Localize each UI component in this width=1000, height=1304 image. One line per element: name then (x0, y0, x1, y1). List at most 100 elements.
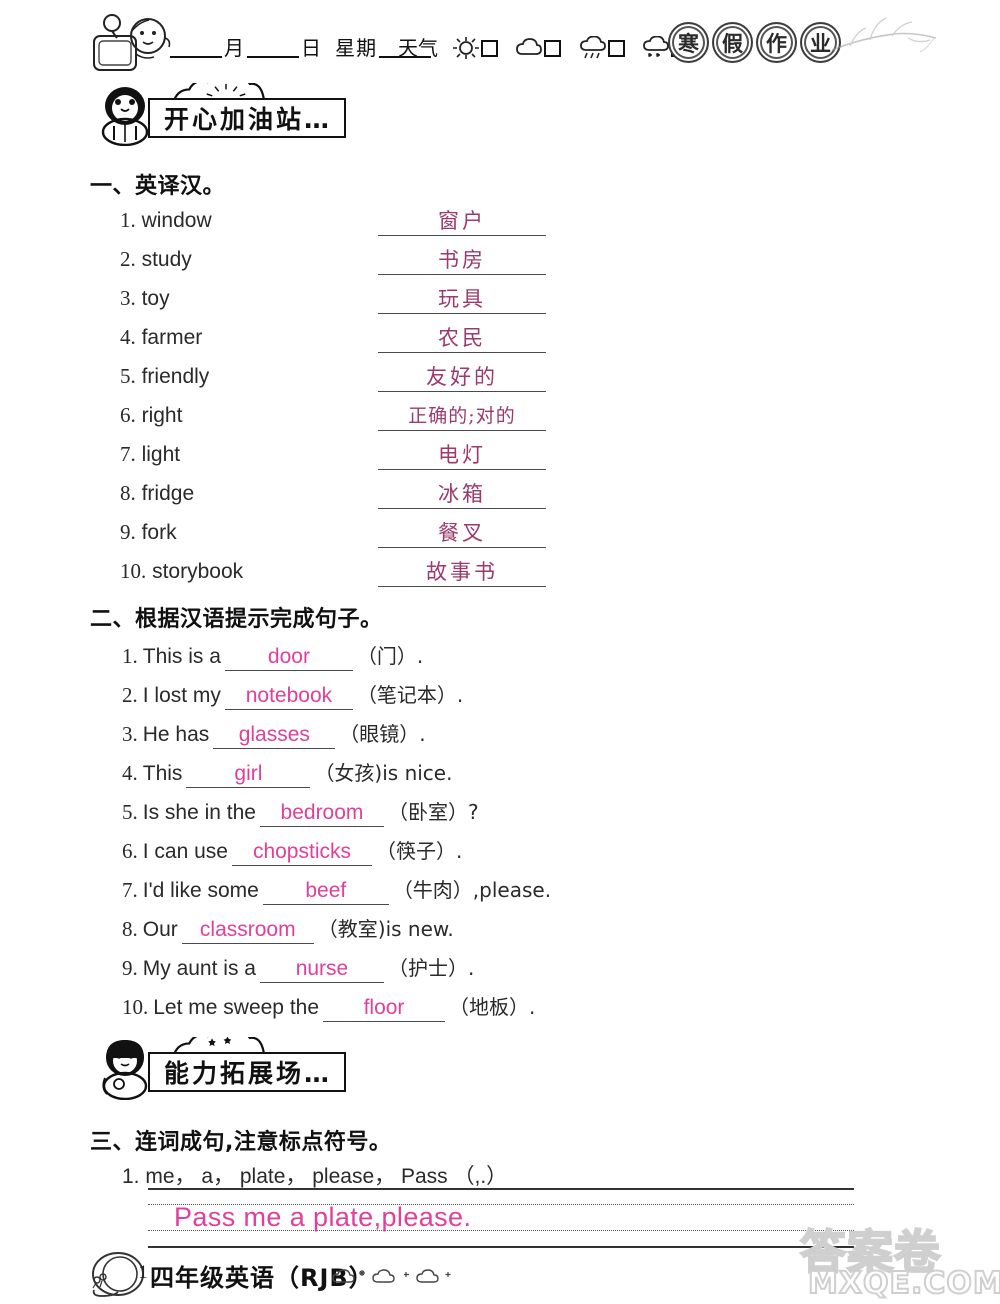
answer-blank[interactable]: 正确的;对的 (378, 401, 546, 431)
section-banner-happy: 开心加油站… (92, 83, 392, 150)
answer-text: 故事书 (426, 560, 498, 584)
english-word: toy (141, 287, 170, 310)
question-number: 5. (120, 364, 136, 388)
question-number: 2. (122, 683, 138, 707)
weather-checkbox-cloudy[interactable] (544, 40, 562, 57)
answer-blank[interactable]: door (224, 644, 353, 671)
answer-text: 农民 (438, 326, 486, 350)
answer-blank[interactable]: 窗户 (378, 206, 546, 236)
question-number: 3. (122, 722, 138, 746)
sentence-after: （女孩)is nice. (314, 761, 453, 785)
banner-plate: 开心加油站… (148, 98, 347, 138)
weather-selector: 天气 (398, 32, 692, 61)
title-badge: 假 (712, 22, 753, 63)
sentence-before: This (142, 762, 183, 785)
sentence-before: I lost my (142, 684, 221, 707)
month-blank[interactable] (170, 38, 222, 58)
sentence-before: He has (142, 723, 210, 746)
cloud-decoration (332, 1269, 451, 1283)
answer-blank[interactable]: notebook (224, 683, 353, 710)
question-number: 8. (122, 917, 138, 941)
question-number: 2. (120, 247, 136, 271)
question-row: 9. fork (120, 520, 177, 545)
section1-title: 一、英译汉。 (90, 174, 226, 199)
english-word: farmer (141, 326, 203, 349)
weather-checkbox-sunny[interactable] (480, 40, 498, 57)
question-number: 6. (122, 839, 138, 863)
section2-title: 二、根据汉语提示完成句子。 (90, 607, 383, 632)
sentence-after: （牛肉）,please. (392, 878, 552, 902)
sentence-before: I'd like some (142, 879, 259, 902)
question-row: 2. study (120, 247, 192, 272)
answer-blank[interactable]: 书房 (378, 245, 546, 275)
answer-blank[interactable]: nurse (259, 956, 384, 983)
answer-blank[interactable]: 玩具 (378, 284, 546, 314)
title-badge: 作 (756, 22, 797, 63)
month-label: 月 (224, 38, 245, 60)
question-number: 1. (122, 1165, 140, 1188)
answer-blank[interactable]: floor (323, 995, 446, 1022)
answer-text: 电灯 (438, 443, 486, 467)
answer-blank[interactable]: glasses (213, 722, 336, 749)
english-word: window (141, 209, 212, 232)
sentence-before: Let me sweep the (153, 996, 320, 1019)
question-number: 1. (122, 644, 138, 668)
question-number: 1. (120, 208, 136, 232)
branch-decoration (831, 17, 937, 53)
sentence-after: （护士）. (387, 956, 475, 980)
answer-blank[interactable]: bedroom (259, 800, 384, 827)
sentence-before: This is a (142, 645, 221, 668)
english-word: fridge (141, 482, 195, 505)
page-footer: 1 四年级英语（RJB） (0, 1248, 1000, 1304)
question-number: 7. (120, 442, 136, 466)
answer-text: 窗户 (438, 209, 486, 233)
banner-plate: 能力拓展场… (148, 1052, 347, 1092)
sentence-row: 5. Is she in the bedroom （卧室）? (122, 796, 479, 827)
question-row: 3. toy (120, 286, 170, 311)
cloud-icon (516, 38, 543, 55)
question-number: 9. (122, 956, 138, 980)
title-badge: 寒 (668, 22, 709, 63)
answer-text: 正确的;对的 (408, 405, 516, 427)
answer-text: 友好的 (426, 365, 498, 389)
question-row: 10. storybook (120, 559, 243, 584)
english-word: storybook (152, 560, 244, 583)
scrambled-words-row: 1. me， a， plate， please， Pass （,.） (122, 1160, 507, 1190)
question-number: 4. (122, 761, 138, 785)
answer-blank[interactable]: chopsticks (231, 839, 372, 866)
answer-text: 玩具 (438, 287, 486, 311)
answer-blank[interactable]: beef (262, 878, 389, 905)
sentence-after: （地板）. (449, 995, 536, 1019)
day-blank[interactable] (247, 38, 299, 58)
sentence-before: Is she in the (142, 801, 256, 824)
answer-blank[interactable]: 餐叉 (378, 518, 546, 548)
writing-line-top (148, 1188, 854, 1190)
answer-text: 餐叉 (438, 521, 486, 545)
weather-label: 天气 (398, 38, 438, 60)
sentence-row: 8. Our classroom （教室)is new. (122, 913, 454, 944)
answer-blank[interactable]: 故事书 (378, 557, 546, 587)
question-row: 6. right (120, 403, 182, 428)
answer-text: 书房 (438, 248, 486, 272)
date-entry-line: 月 日 星期 (168, 32, 433, 61)
answer-blank[interactable]: 友好的 (378, 362, 546, 392)
sentence-row: 6. I can use chopsticks （筷子）. (122, 835, 462, 866)
question-number: 10. (122, 995, 149, 1019)
answer-blank[interactable]: 电灯 (378, 440, 546, 470)
question-number: 3. (120, 286, 136, 310)
scrambled-words: me， a， plate， please， Pass （,.） (145, 1165, 508, 1188)
answer-blank[interactable]: 冰箱 (378, 479, 546, 509)
section3-title: 三、连词成句,注意标点符号。 (90, 1130, 392, 1155)
answer-blank[interactable]: classroom (181, 917, 314, 944)
sentence-after: （教室)is new. (317, 917, 454, 941)
answer-blank[interactable]: girl (186, 761, 311, 788)
english-word: study (141, 248, 192, 271)
english-word: fork (141, 521, 177, 544)
sentence-after: （笔记本）. (356, 683, 464, 707)
sentence-before: Our (142, 918, 178, 941)
answer-text: 冰箱 (438, 482, 486, 506)
sentence-row: 7. I'd like some beef （牛肉）,please. (122, 874, 551, 905)
answer-blank[interactable]: 农民 (378, 323, 546, 353)
weather-checkbox-rainy[interactable] (607, 40, 625, 57)
sentence-row: 9. My aunt is a nurse （护士）. (122, 952, 474, 983)
